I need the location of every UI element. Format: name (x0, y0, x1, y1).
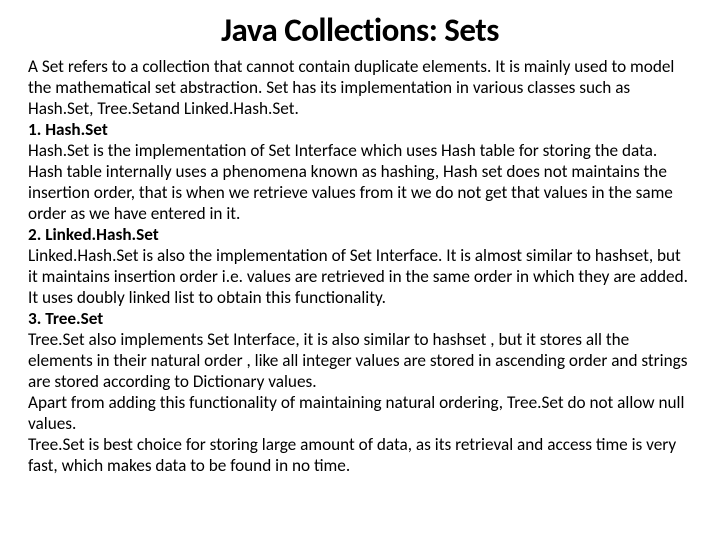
intro-paragraph: A Set refers to a collection that cannot… (28, 56, 692, 119)
section-paragraph-5: Tree.Set is best choice for storing larg… (28, 434, 692, 476)
section-paragraph-4: Apart from adding this functionality of … (28, 392, 692, 434)
section-paragraph-2: Linked.Hash.Set is also the implementati… (28, 245, 692, 308)
page-title: Java Collections: Sets (28, 10, 692, 50)
section-paragraph-1: Hash.Set is the implementation of Set In… (28, 140, 692, 224)
section-heading-1: 1. Hash.Set (28, 119, 692, 140)
section-heading-3: 3. Tree.Set (28, 308, 692, 329)
body-content: A Set refers to a collection that cannot… (28, 56, 692, 476)
section-heading-2: 2. Linked.Hash.Set (28, 224, 692, 245)
section-paragraph-3: Tree.Set also implements Set Interface, … (28, 329, 692, 392)
